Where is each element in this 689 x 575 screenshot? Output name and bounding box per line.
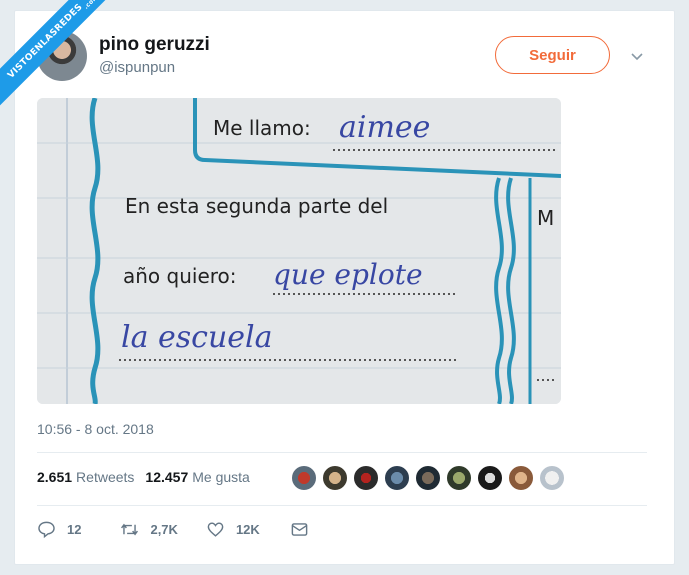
form-label-second-half: En esta segunda parte del: [125, 194, 389, 218]
handwritten-name: aimee: [339, 110, 431, 145]
liker-avatar[interactable]: [508, 465, 534, 491]
tweet-actions: 12 2,7K 12K: [37, 520, 309, 539]
like-count: 12K: [235, 522, 260, 537]
reply-icon: [38, 521, 55, 539]
message-icon: [291, 523, 308, 536]
retweets-count: 2.651: [37, 469, 73, 485]
divider: [37, 505, 647, 506]
retweet-button[interactable]: 2,7K: [120, 520, 178, 539]
like-button[interactable]: 12K: [206, 520, 260, 539]
liker-avatar[interactable]: [322, 465, 348, 491]
tweet-timestamp[interactable]: 10:56 - 8 oct. 2018: [37, 421, 154, 437]
liker-avatars: [291, 465, 570, 491]
liker-avatar[interactable]: [415, 465, 441, 491]
chevron-down-icon[interactable]: [629, 48, 645, 64]
engagement-stats: 2.651 Retweets 12.457 Me gusta: [37, 469, 250, 485]
heart-icon: [207, 522, 224, 537]
form-label-name: Me llamo:: [213, 116, 311, 140]
retweet-icon: [121, 523, 139, 536]
form-label-want: año quiero:: [123, 264, 237, 288]
likes-label: Me gusta: [192, 469, 250, 485]
retweets-stat[interactable]: 2.651 Retweets: [37, 469, 134, 485]
handwritten-wish-2: la escuela: [121, 320, 273, 355]
likes-count: 12.457: [145, 469, 189, 485]
follow-button[interactable]: Seguir: [495, 36, 610, 74]
liker-avatar[interactable]: [539, 465, 565, 491]
retweets-label: Retweets: [76, 469, 135, 485]
reply-button[interactable]: 12: [37, 520, 81, 539]
liker-avatar[interactable]: [446, 465, 472, 491]
reply-count: 12: [67, 522, 82, 537]
tweet-photo[interactable]: Me llamo: aimee En esta segunda parte de…: [37, 98, 561, 404]
divider: [37, 452, 647, 453]
liker-avatar[interactable]: [384, 465, 410, 491]
user-handle[interactable]: @ispunpun: [99, 59, 175, 76]
liker-avatar[interactable]: [353, 465, 379, 491]
retweet-count: 2,7K: [150, 522, 178, 537]
user-name[interactable]: pino geruzzi: [99, 34, 210, 56]
handwritten-wish-1: que eplote: [273, 258, 423, 291]
notebook-paper: [37, 98, 561, 404]
message-button[interactable]: [290, 520, 309, 539]
side-column-letter: M: [537, 206, 555, 230]
liker-avatar[interactable]: [477, 465, 503, 491]
likes-stat[interactable]: 12.457 Me gusta: [145, 469, 249, 485]
liker-avatar[interactable]: [291, 465, 317, 491]
